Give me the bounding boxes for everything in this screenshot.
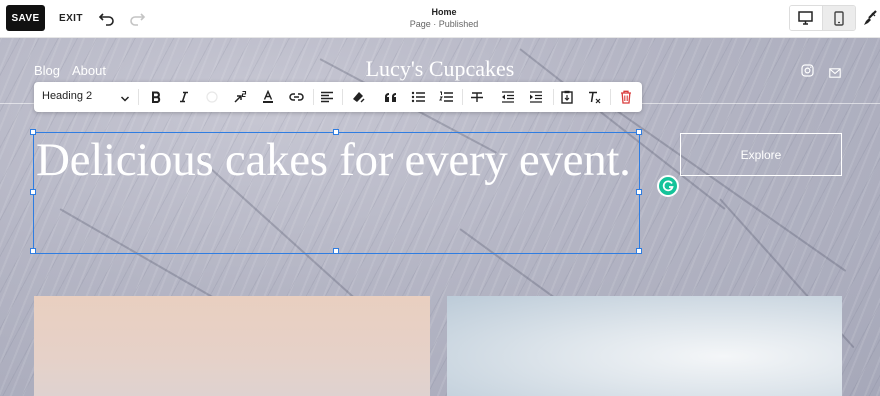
toolbar-separator [342,89,343,105]
resize-handle[interactable] [30,248,36,254]
page-title: Home [431,7,457,17]
superscript-icon[interactable] [232,89,248,105]
resize-handle[interactable] [333,248,339,254]
grammarly-icon[interactable] [657,175,679,197]
paste-icon[interactable] [559,89,575,105]
undo-icon[interactable] [98,9,116,27]
site-title[interactable]: Lucy's Cupcakes [330,56,550,82]
page-info[interactable]: Home Page · Published [344,6,544,30]
color-icon[interactable] [204,89,220,105]
explore-button[interactable]: Explore [680,133,842,176]
redo-icon[interactable] [128,9,146,27]
nav-link-blog[interactable]: Blog [34,63,60,78]
delete-icon[interactable] [618,89,634,105]
site-canvas: Blog About Lucy's Cupcakes Heading 2 Del… [0,38,880,396]
toolbar-separator [462,89,463,105]
quote-icon[interactable] [382,89,398,105]
exit-button[interactable]: EXIT [56,5,86,31]
chevron-down-icon[interactable] [120,91,130,102]
editor-top-bar: SAVE EXIT Home Page · Published [0,0,880,38]
hero-heading[interactable]: Delicious cakes for every event. [36,133,631,187]
nav-link-about[interactable]: About [72,63,106,78]
desktop-icon[interactable] [790,6,823,30]
highlight-icon[interactable] [350,89,366,105]
indent-icon[interactable] [528,89,544,105]
toolbar-separator [553,89,554,105]
resize-handle[interactable] [636,129,642,135]
text-color-icon[interactable] [260,89,276,105]
clear-format-icon[interactable] [587,89,603,105]
text-format-toolbar: Heading 2 [34,82,642,112]
resize-handle[interactable] [636,189,642,195]
outdent-icon[interactable] [500,89,516,105]
email-icon[interactable] [829,65,841,78]
align-left-icon[interactable] [319,89,335,105]
toolbar-separator [138,89,139,105]
heading-text-block[interactable]: Delicious cakes for every event. [30,129,642,254]
italic-icon[interactable] [176,89,192,105]
resize-handle[interactable] [333,129,339,135]
gallery-image[interactable] [34,296,430,396]
resize-handle[interactable] [30,129,36,135]
resize-handle[interactable] [636,248,642,254]
mobile-icon[interactable] [822,6,855,30]
bulleted-list-icon[interactable] [410,89,426,105]
numbered-list-icon[interactable] [438,89,454,105]
bold-icon[interactable] [148,89,164,105]
save-button[interactable]: SAVE [6,5,45,31]
gallery-image[interactable] [447,296,842,396]
link-icon[interactable] [288,89,304,105]
device-view-toggle [789,5,856,31]
text-style-select[interactable]: Heading 2 [42,90,92,102]
toolbar-separator [610,89,611,105]
resize-handle[interactable] [30,189,36,195]
instagram-icon[interactable] [801,64,814,77]
paint-brush-icon[interactable] [861,8,879,28]
strikethrough-icon[interactable] [469,89,485,105]
toolbar-separator [313,89,314,105]
page-status: Page · Published [409,19,479,29]
